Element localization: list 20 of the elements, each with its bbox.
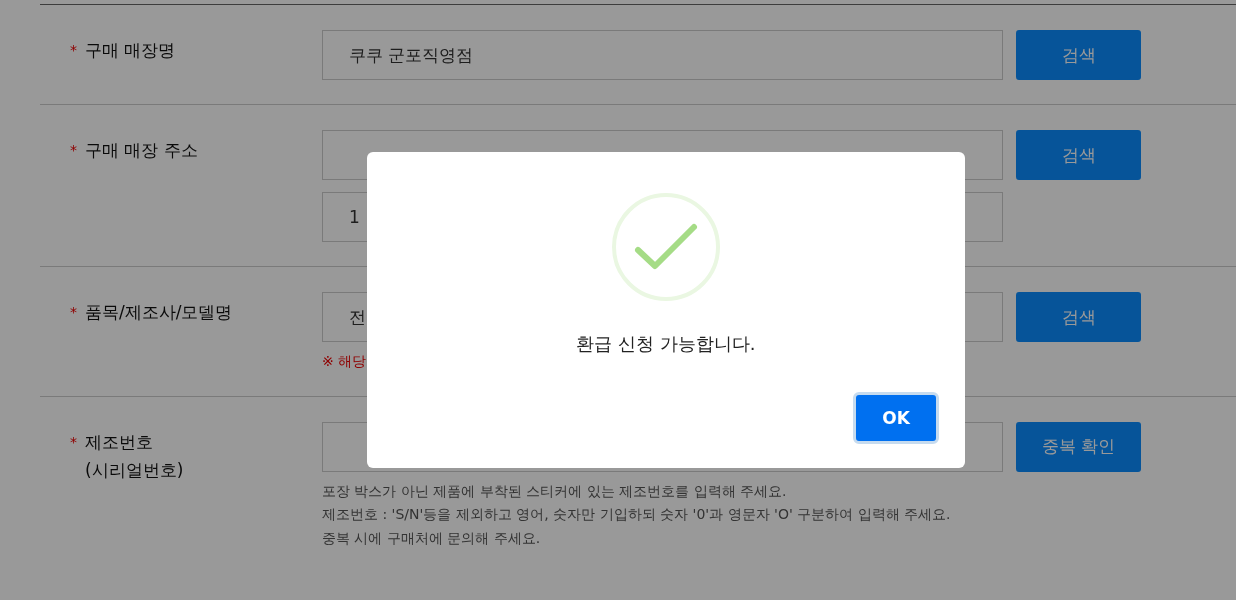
help-text: 포장 박스가 아닌 제품에 부착된 스티커에 있는 제조번호를 입력해 주세요. [322,481,788,501]
dialog-message: 환급 신청 가능합니다. [576,332,756,356]
help-text: 중복 시에 구매처에 문의해 주세요. [322,528,542,548]
checkmark-icon [611,192,721,302]
search-button[interactable]: 검색 [1016,30,1141,80]
warning-text: ※ 해당 [322,352,368,371]
required-mark: * [70,142,77,158]
required-mark: * [70,433,77,450]
required-mark: * [70,304,77,320]
field-label: 구매 매장 주소 [85,139,198,162]
search-button[interactable]: 검색 [1016,292,1141,342]
check-button[interactable]: 중복 확인 [1016,421,1141,472]
search-button[interactable]: 검색 [1016,130,1141,180]
text-field[interactable]: 쿠쿠 군포직영점 [322,30,1003,80]
field-label: 품목/제조사/모델명 [85,301,233,324]
required-mark: * [70,42,77,58]
field-label: 구매 매장명 [85,39,176,62]
help-text: 제조번호 : 'S/N'등을 제외하고 영어, 숫자만 기입하되 숫자 '0'과 영문자 'O' 구분하여 입력해 주세요. [322,505,952,524]
ok-button[interactable]: OK [853,392,939,444]
field-label: 제조번호 (시리얼번호) [85,430,184,482]
